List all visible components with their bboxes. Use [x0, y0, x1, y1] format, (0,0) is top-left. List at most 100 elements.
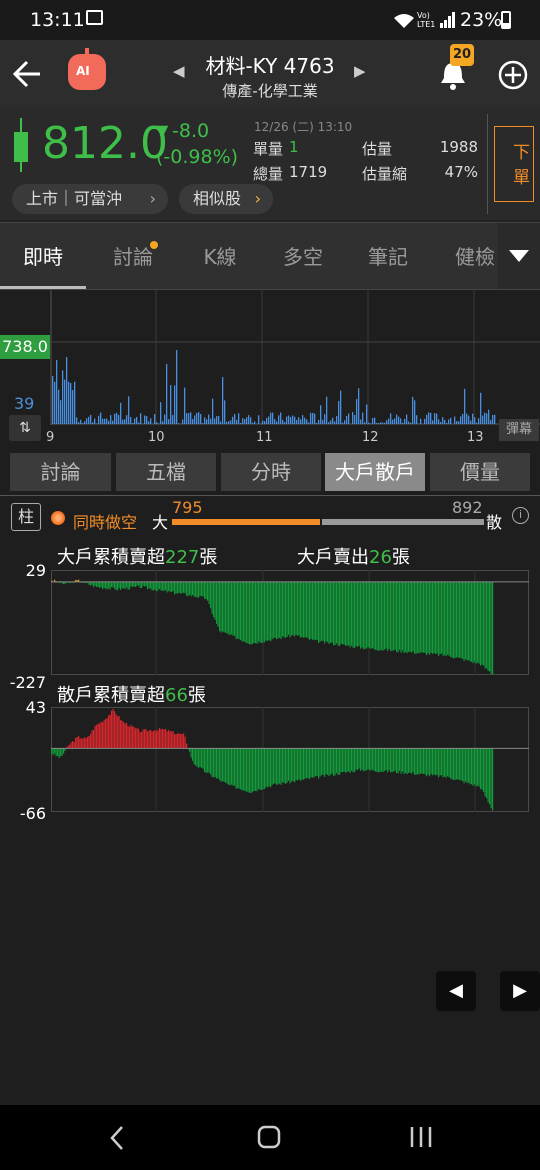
chart-bar [309, 748, 311, 780]
danmaku-button[interactable]: 彈幕 [499, 419, 539, 441]
chart-bar [85, 738, 87, 749]
chart-bar [106, 718, 108, 749]
tab-discussion[interactable]: 討論 [90, 223, 176, 289]
battery-level: 23% [460, 9, 503, 31]
volume-bar [382, 422, 384, 424]
back-arrow-icon[interactable] [12, 60, 42, 88]
subtab-discussion[interactable]: 討論 [10, 453, 111, 491]
chart-bar [79, 738, 81, 749]
tab-long-short[interactable]: 多空 [260, 223, 346, 289]
subtab-intraday[interactable]: 分時 [221, 453, 321, 491]
chart-bar [379, 581, 381, 651]
candle-icon [14, 118, 28, 172]
chart-bar [423, 748, 425, 774]
volume-bar [362, 412, 364, 424]
volume-bar [106, 418, 108, 424]
chart-bar [445, 748, 447, 778]
big-chart-title: 大戶累積賣超227張 [57, 543, 217, 569]
chart-bar [184, 581, 186, 594]
chart-bar [151, 581, 153, 591]
chart-bar [103, 581, 105, 589]
chart-bar [148, 581, 150, 589]
chart-bar [319, 748, 321, 777]
chart2-y-min: -66 [19, 804, 46, 823]
next-stock-icon[interactable]: ▶ [354, 62, 366, 80]
volume-bar [420, 418, 422, 424]
column-toggle-button[interactable]: 柱 [11, 503, 41, 531]
market-pill[interactable]: 上市｜可當沖 › [12, 184, 168, 214]
volume-bar [438, 419, 440, 424]
order-button[interactable]: 下單 [494, 126, 534, 202]
volume-bar [304, 417, 306, 424]
subtab-five-level[interactable]: 五檔 [116, 453, 216, 491]
chart-bar [322, 748, 324, 775]
chart-bar [466, 581, 468, 661]
chart-bar [348, 581, 350, 646]
nav-home-icon[interactable] [256, 1124, 282, 1150]
chart-bar [280, 581, 282, 640]
chart-bar [267, 581, 269, 641]
chart-bar [244, 748, 246, 792]
nav-back-icon[interactable] [108, 1125, 128, 1151]
chart-bar [124, 581, 126, 590]
chart-bar [75, 737, 77, 749]
volume-bar [190, 412, 192, 424]
chart-bar [162, 581, 164, 591]
ai-robot-icon[interactable]: AI [68, 48, 106, 90]
chart-bar [171, 731, 173, 749]
info-icon[interactable]: i [512, 507, 529, 524]
volume-tag: 39 [14, 394, 35, 413]
tick-volume-chart[interactable]: 738.0 39 ⇅ 彈幕 9 10 11 12 13 [0, 290, 540, 445]
prev-page-button[interactable]: ◀ [436, 971, 476, 1011]
chart-bar [411, 581, 413, 653]
chart-bar [291, 748, 293, 782]
retail-chart-title-value: 66 [165, 685, 188, 706]
swap-icon[interactable]: ⇅ [9, 415, 41, 441]
chart-bar [174, 734, 176, 749]
chart-bar [451, 581, 453, 658]
chart-bar [301, 581, 303, 637]
ai-badge-label: AI [76, 64, 90, 78]
tab-realtime[interactable]: 即時 [0, 223, 86, 289]
retail-chart[interactable] [51, 707, 529, 812]
radio-dot-icon[interactable] [51, 511, 65, 525]
chart-bar [144, 581, 146, 587]
tab-more-button[interactable] [498, 223, 540, 289]
chart-bar [465, 748, 467, 782]
big-holder-chart[interactable] [51, 570, 529, 675]
chart-bar [192, 748, 194, 761]
chart-bar [225, 748, 227, 783]
subtab-price-volume[interactable]: 價量 [430, 453, 530, 491]
chart-bar [367, 581, 369, 648]
price-tag: 738.0 [0, 335, 50, 359]
chart-bar [207, 748, 209, 773]
tab-kline[interactable]: K線 [177, 223, 263, 289]
next-page-button[interactable]: ▶ [500, 971, 540, 1011]
chart-bar [121, 581, 123, 589]
chart-bar [114, 711, 116, 749]
tab-notes[interactable]: 筆記 [345, 223, 431, 289]
nav-recents-icon[interactable] [408, 1125, 434, 1149]
big-chart-title-prefix: 大戶累積賣超 [57, 547, 165, 568]
chart-bar [223, 581, 225, 633]
volume-bar [308, 422, 310, 424]
volume-bar [236, 419, 238, 424]
chart-bar [55, 748, 57, 757]
big-label: 大 [152, 513, 169, 532]
subtab-big-retail[interactable]: 大戶散戶 [325, 453, 425, 491]
chart-bar [264, 748, 266, 789]
chart-bar [376, 748, 378, 773]
volume-bar [194, 415, 196, 424]
similar-stocks-pill[interactable]: 相似股 › [179, 184, 273, 214]
chart-bar [303, 581, 305, 638]
volume-bar [270, 412, 272, 424]
chart-bar [357, 581, 359, 647]
short-toggle-label[interactable]: 同時做空 [73, 509, 137, 533]
chart-bar [411, 748, 413, 774]
chart-bar [444, 581, 446, 656]
chart-bar [145, 581, 147, 587]
add-circle-icon[interactable] [497, 59, 529, 91]
chart-bar [466, 748, 468, 784]
chart-bar [180, 734, 182, 749]
prev-stock-icon[interactable]: ◀ [173, 62, 185, 80]
